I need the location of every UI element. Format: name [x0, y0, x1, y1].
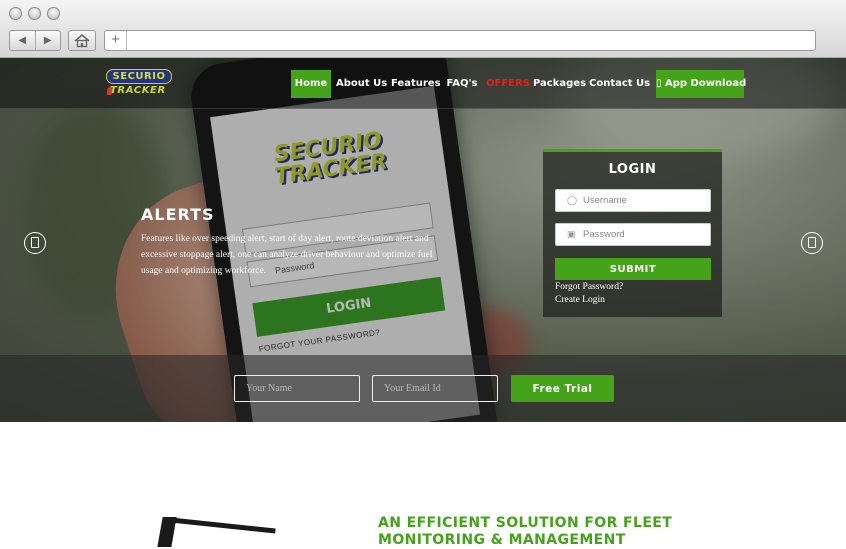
nav-app-download[interactable]: ▯ App Download: [656, 70, 746, 98]
submit-button[interactable]: SUBMIT: [555, 258, 711, 280]
forgot-password-link[interactable]: Forgot Password?: [555, 282, 623, 292]
home-icon: [74, 33, 90, 48]
slide-description: Features like over speeding alert, start…: [141, 234, 433, 276]
site-header: SECURIO TRACKER Home About Us Features F…: [0, 58, 846, 109]
username-input[interactable]: [583, 190, 707, 211]
slider-next-button[interactable]: [801, 232, 823, 254]
nav-about-us[interactable]: About Us: [336, 70, 387, 98]
create-login-link[interactable]: Create Login: [555, 295, 605, 305]
address-input[interactable]: [129, 31, 813, 50]
lock-icon: ▣: [567, 229, 576, 239]
laptop-illustration: [157, 517, 280, 547]
nav-offers[interactable]: OFFERS: [486, 70, 530, 98]
prev-slide-icon: [31, 237, 39, 248]
user-icon: ◯: [567, 195, 578, 205]
trial-email-input[interactable]: [372, 375, 498, 402]
new-tab-button[interactable]: +: [105, 31, 127, 50]
free-trial-button[interactable]: Free Trial: [511, 375, 614, 402]
password-field-wrapper: ▣: [555, 223, 711, 246]
window-minimize-button[interactable]: [28, 7, 41, 20]
nav-packages[interactable]: Packages: [533, 70, 586, 98]
nav-home[interactable]: Home: [291, 70, 331, 98]
login-panel: LOGIN ◯ ▣ SUBMIT Forgot Password? Create…: [543, 149, 722, 317]
forward-arrow-icon[interactable]: ▶: [34, 31, 61, 50]
site-logo[interactable]: SECURIO TRACKER: [106, 69, 174, 97]
login-title: LOGIN: [608, 162, 657, 177]
logo-line2: TRACKER: [110, 85, 166, 96]
nav-faqs[interactable]: FAQ's: [445, 70, 479, 98]
free-trial-bar: Free Trial: [0, 355, 846, 422]
nav-features[interactable]: Features: [391, 70, 441, 98]
username-field-wrapper: ◯: [555, 189, 711, 212]
history-buttons: ◀ ▶: [9, 30, 61, 51]
home-button[interactable]: [68, 30, 96, 51]
back-arrow-icon[interactable]: ◀: [10, 31, 35, 50]
slide-title: ALERTS: [141, 205, 215, 224]
trial-name-input[interactable]: [234, 375, 360, 402]
next-slide-icon: [808, 237, 816, 248]
address-bar: +: [104, 30, 816, 51]
hero-slider: SECURIO TRACKER Password LOGIN FORGOT YO…: [0, 58, 846, 422]
laptop-lid: [165, 517, 276, 534]
window-zoom-button[interactable]: [47, 7, 60, 20]
window-close-button[interactable]: [9, 7, 22, 20]
nav-contact-us[interactable]: Contact Us: [589, 70, 650, 98]
password-input[interactable]: [583, 224, 707, 245]
section-headline: AN EFFICIENT SOLUTION FOR FLEET MONITORI…: [378, 515, 673, 548]
logo-line1: SECURIO: [106, 69, 172, 84]
slider-prev-button[interactable]: [24, 232, 46, 254]
browser-chrome: ◀ ▶ +: [0, 0, 846, 58]
